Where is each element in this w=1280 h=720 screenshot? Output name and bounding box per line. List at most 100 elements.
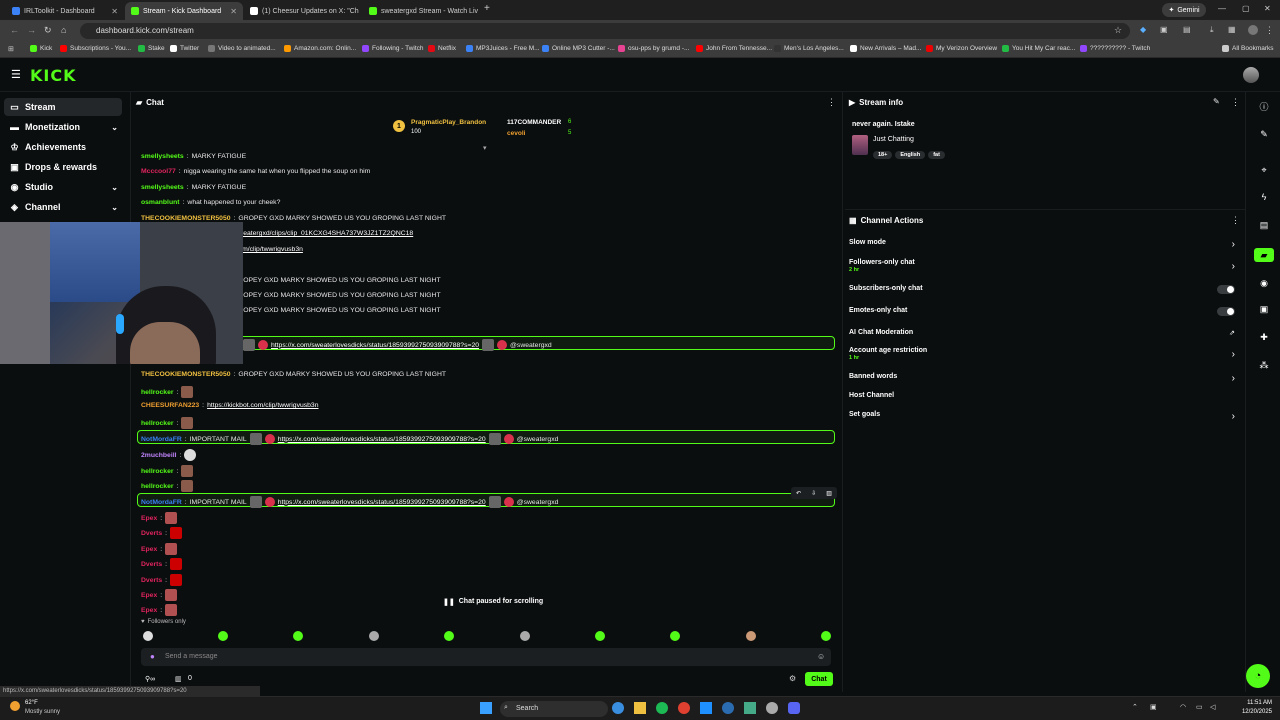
trash-icon[interactable]: ▥ [175,675,182,683]
all-bookmarks[interactable]: All Bookmarks [1222,45,1274,52]
edit-icon[interactable]: ✎ [1213,97,1220,106]
display-icon[interactable]: ▭ [1196,703,1203,711]
help-chat-button[interactable]: ◔ [1246,664,1270,688]
webcam-overlay[interactable] [0,222,243,364]
bookmark-item[interactable]: Online MP3 Cutter -... [542,45,615,52]
wifi-icon[interactable]: ◠ [1180,703,1186,711]
chat-message-link[interactable]: .com/clip/twwrigvusb3n [233,246,303,253]
chat-message[interactable]: hellrocker: [141,465,194,477]
sidebar-item-studio[interactable]: ◉ Studio ⌄ [4,178,122,196]
action-emotes-only[interactable]: Emotes-only chat [845,307,1245,321]
chat-message-input[interactable]: Send a message [141,648,831,666]
extension-icon[interactable]: ◆ [1140,25,1146,34]
highlighted-message-body[interactable]: NotMordaFR: IMPORTANT MAIL https://x.com/s… [141,433,558,445]
chat-message[interactable]: hellrocker: [141,480,194,492]
edit-icon[interactable]: ✎ [1259,129,1269,139]
url-input[interactable]: dashboard.kick.com/stream [80,23,1130,39]
action-account-age[interactable]: Account age restriction 1 hr › [845,347,1245,365]
emote-icon[interactable] [218,631,228,641]
chevron-down-icon[interactable]: ▾ [483,144,487,152]
extension-icon[interactable]: ▤ [1183,25,1191,34]
sidebar-item-channel[interactable]: ◈ Channel ⌄ [4,198,122,216]
action-host-channel[interactable]: Host Channel [845,392,1245,406]
extension-icon[interactable]: ▣ [1160,25,1168,34]
bookmark-item[interactable]: ?????????? - Twitch [1080,45,1150,52]
kick-logo[interactable]: KICK [30,66,77,85]
chrome-icon[interactable] [678,702,690,714]
bookmark-item[interactable]: John From Tennesse... [696,45,772,52]
windows-start-icon[interactable] [480,702,492,714]
minimize-button[interactable]: — [1218,4,1226,13]
bookmark-item[interactable]: Subscriptions - You... [60,45,131,52]
profile-avatar[interactable] [1248,25,1258,35]
tag[interactable]: 18+ [873,151,893,159]
menu-icon[interactable]: ⋮ [1265,25,1274,36]
app-icon[interactable] [766,702,778,714]
tag[interactable]: fat [928,151,945,159]
crosshair-icon[interactable]: ⌖ [1259,165,1269,175]
discord-icon[interactable] [788,702,800,714]
subscribers-only-toggle[interactable] [1217,285,1235,294]
action-followers-only[interactable]: Followers-only chat 2 hr › [845,259,1245,277]
chat-message[interactable]: Epex: [141,604,178,616]
tag[interactable]: English [895,151,926,159]
chevron-up-icon[interactable]: ⌃ [1132,703,1138,711]
chat-icon[interactable]: ▰ [1254,248,1274,262]
app-icon[interactable] [722,702,734,714]
maximize-button[interactable]: ▢ [1242,4,1250,13]
app-icon[interactable] [744,702,756,714]
chat-message[interactable]: Epex: [141,543,178,555]
folder-icon[interactable] [634,702,646,714]
emoji-icon[interactable]: ☺ [817,652,825,661]
sidebar-item-monetization[interactable]: ▬ Monetization ⌄ [4,118,122,136]
info-icon[interactable]: ⓘ [1259,101,1269,112]
window-close-button[interactable]: ✕ [1264,4,1271,13]
action-set-goals[interactable]: Set goals › [845,411,1245,425]
top-gifter-name[interactable]: cevoli [507,130,525,137]
action-banned-words[interactable]: Banned words › [845,373,1245,387]
weather-temp[interactable]: 62°F [25,700,38,706]
emote-icon[interactable] [143,631,153,641]
gear-icon[interactable]: ⚙ [789,674,796,683]
tab-irltoolkit[interactable]: IRLToolkit - Dashboard ✕ [6,2,124,20]
bookmark-item[interactable]: You Hit My Car reac... [1002,45,1075,52]
chat-message[interactable]: smellysheets: MARKY FATIGUE [141,184,246,191]
delete-icon[interactable]: ▥ [826,490,832,497]
chat-message-link[interactable]: /sweatergxd/clips/clip_01KCXG4SHA737W3JZ… [233,230,413,237]
chat-paused-banner[interactable]: ❚❚ Chat paused for scrolling [439,597,548,607]
close-icon[interactable]: ✕ [111,7,118,16]
user-avatar[interactable] [1243,67,1259,83]
extension-icon[interactable]: ▦ [1228,25,1236,34]
bookmark-item[interactable]: MP3Juices - Free M... [466,45,540,52]
reload-icon[interactable]: ↻ [44,25,52,36]
emote-icon[interactable] [293,631,303,641]
window-icon[interactable]: ▣ [1259,304,1269,314]
store-icon[interactable] [700,702,712,714]
download-icon[interactable]: ⤓ [1210,25,1214,35]
home-icon[interactable]: ⌂ [61,25,66,35]
new-tab-button[interactable]: + [484,3,490,14]
chat-message[interactable]: Mcccool77: nigga wearing the same hat whe… [141,168,370,175]
sidebar-item-stream[interactable]: ▭ Stream [4,98,122,116]
chat-message[interactable]: GROPEY GXD MARKY SHOWED US YOU GROPING L… [233,292,441,299]
more-options-icon[interactable]: ⋮ [1231,215,1240,226]
chat-message[interactable]: hellrocker: [141,417,194,429]
pin-icon[interactable]: ⇩ [811,490,816,497]
highlighted-message-body[interactable]: https://x.com/sweaterlovesdicks/status/1… [243,339,552,351]
tab-sweatergxd-stream[interactable]: sweatergxd Stream - Watch Liv✕ [363,2,481,20]
volume-icon[interactable]: ◁ [1210,703,1215,711]
bookmark-item[interactable]: New Arrivals – Mad... [850,45,921,52]
chat-message[interactable]: 2muchbeill: [141,449,197,461]
emote-icon[interactable] [821,631,831,641]
chat-message[interactable]: hellrocker: [141,386,194,398]
bookmark-item[interactable]: Video to animated... [208,45,276,52]
wrench-icon[interactable]: ✚ [1259,332,1269,342]
gemini-button[interactable]: ✦ Gemini [1162,3,1206,17]
bookmark-item[interactable]: Kick [30,45,52,52]
microphone-icon[interactable]: ● [150,652,155,661]
send-chat-button[interactable]: Chat [805,672,833,686]
bookmark-item[interactable]: Stake [138,45,165,52]
chat-message[interactable]: THECOOKIEMONSTER5050: GROPEY GXD MARKY SH… [141,371,446,378]
chat-message[interactable]: Epex: [141,512,178,524]
bookmark-item[interactable]: Amazon.com: Onlin... [284,45,356,52]
